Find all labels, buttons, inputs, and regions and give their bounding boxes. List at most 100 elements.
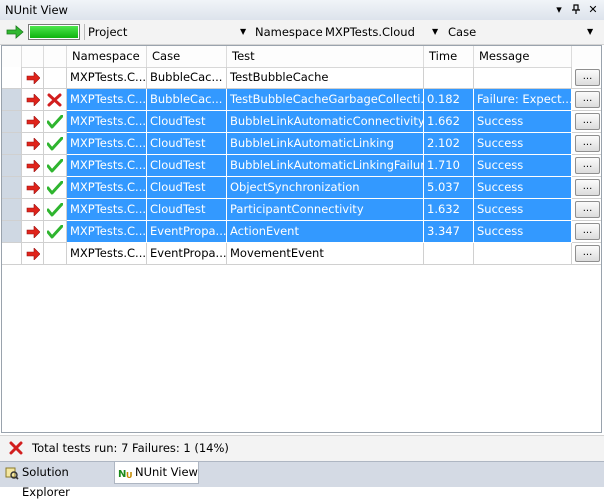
cell-case: EventPropa... [147, 243, 227, 265]
status-cell [44, 67, 67, 89]
run-test-cell[interactable] [22, 155, 44, 177]
column-header-message[interactable]: Message [474, 46, 572, 67]
cell-time: 1.662 [424, 111, 474, 133]
cell-test: MovementEvent [227, 243, 424, 265]
table-row[interactable]: MXPTests.C... EventPropa... MovementEvent.… [2, 243, 601, 265]
details-cell: ... [572, 89, 601, 111]
details-cell: ... [572, 177, 601, 199]
pin-icon[interactable] [569, 3, 583, 17]
status-cell [44, 155, 67, 177]
table-row[interactable]: MXPTests.C... BubbleCac... TestBubbleCache… [2, 89, 601, 111]
run-test-cell[interactable] [22, 199, 44, 221]
status-cell [44, 111, 67, 133]
chevron-down-icon: ▼ [432, 27, 439, 36]
row-header[interactable] [2, 89, 22, 111]
column-header-case[interactable]: Case [147, 46, 227, 67]
table-row[interactable]: MXPTests.C... CloudTest BubbleLinkAutomati… [2, 155, 601, 177]
run-test-cell[interactable] [22, 67, 44, 89]
column-header-time[interactable]: Time [424, 46, 474, 67]
column-header-test[interactable]: Test [227, 46, 424, 67]
table-row[interactable]: MXPTests.C... BubbleCac... TestBubbleCache… [2, 67, 601, 89]
tab-solution-explorer[interactable]: Solution Explorer [2, 462, 112, 499]
details-button[interactable]: ... [575, 179, 600, 196]
cell-namespace: MXPTests.C... [67, 221, 147, 243]
run-test-cell[interactable] [22, 221, 44, 243]
failure-icon [9, 441, 23, 458]
cell-time: 2.102 [424, 133, 474, 155]
status-cell [44, 199, 67, 221]
details-cell: ... [572, 243, 601, 265]
row-header[interactable] [2, 155, 22, 177]
row-header[interactable] [2, 67, 22, 89]
project-dropdown[interactable]: Project ▼ [88, 23, 248, 41]
details-button[interactable]: ... [575, 245, 600, 262]
cell-case: BubbleCac... [147, 67, 227, 89]
cell-case: CloudTest [147, 133, 227, 155]
cell-message: Success [474, 221, 572, 243]
row-header[interactable] [2, 199, 22, 221]
details-column-header [572, 46, 601, 67]
details-button[interactable]: ... [575, 223, 600, 240]
status-cell [44, 243, 67, 265]
table-row[interactable]: MXPTests.C... EventPropa... ActionEvent 3.3… [2, 221, 601, 243]
details-button[interactable]: ... [575, 157, 600, 174]
details-button[interactable]: ... [575, 91, 600, 108]
case-dropdown[interactable]: Case ▼ [448, 23, 598, 41]
project-label: Project [88, 25, 128, 39]
details-cell: ... [572, 133, 601, 155]
run-tests-icon[interactable] [6, 25, 24, 42]
cell-time: 1.632 [424, 199, 474, 221]
run-test-cell[interactable] [22, 243, 44, 265]
cell-case: BubbleCac... [147, 89, 227, 111]
details-button[interactable]: ... [575, 69, 600, 86]
row-header[interactable] [2, 177, 22, 199]
table-row[interactable]: MXPTests.C... CloudTest ObjectSynchronizat… [2, 177, 601, 199]
namespace-label: Namespace [255, 25, 323, 39]
cell-time: 3.347 [424, 221, 474, 243]
cell-time [424, 67, 474, 89]
status-cell [44, 89, 67, 111]
row-header[interactable] [2, 133, 22, 155]
details-cell: ... [572, 111, 601, 133]
status-cell [44, 133, 67, 155]
status-text: Total tests run: 7 Failures: 1 (14%) [32, 441, 229, 455]
cell-time: 0.182 [424, 89, 474, 111]
cell-message: Success [474, 177, 572, 199]
status-cell [44, 177, 67, 199]
window-position-dropdown-icon[interactable]: ▾ [552, 3, 566, 17]
column-header-namespace[interactable]: Namespace [67, 46, 147, 67]
details-button[interactable]: ... [575, 201, 600, 218]
run-test-cell[interactable] [22, 111, 44, 133]
tab-nunit-view[interactable]: NU NUnit View [114, 462, 199, 484]
run-test-cell[interactable] [22, 133, 44, 155]
row-header[interactable] [2, 221, 22, 243]
window-title: NUnit View [5, 3, 68, 17]
run-test-cell[interactable] [22, 177, 44, 199]
status-column-header [44, 46, 67, 67]
cell-test: BubbleLinkAutomaticLinkingFailure [227, 155, 424, 177]
status-bar: Total tests run: 7 Failures: 1 (14%) [0, 435, 604, 462]
tab-label: NUnit View [135, 465, 198, 479]
details-button[interactable]: ... [575, 113, 600, 130]
row-header[interactable] [2, 111, 22, 133]
table-row[interactable]: MXPTests.C... CloudTest BubbleLinkAutomati… [2, 111, 601, 133]
nunit-icon: NU [118, 466, 134, 486]
namespace-value: MXPTests.Cloud [325, 25, 415, 39]
run-test-cell[interactable] [22, 89, 44, 111]
cell-message: Success [474, 111, 572, 133]
row-header[interactable] [2, 243, 22, 265]
test-results-grid: Namespace Case Test Time Message MXPTest… [1, 45, 602, 433]
cell-test: TestBubbleCacheGarbageCollecti... [227, 89, 424, 111]
close-icon[interactable]: ✕ [586, 3, 600, 17]
cell-namespace: MXPTests.C... [67, 111, 147, 133]
toolbar: Project ▼ Namespace MXPTests.Cloud ▼ Cas… [0, 20, 604, 45]
namespace-dropdown[interactable]: MXPTests.Cloud ▼ [325, 23, 443, 41]
cell-namespace: MXPTests.C... [67, 155, 147, 177]
cell-case: EventPropa... [147, 221, 227, 243]
details-cell: ... [572, 221, 601, 243]
table-row[interactable]: MXPTests.C... CloudTest ParticipantConnect… [2, 199, 601, 221]
progress-fill [30, 26, 78, 38]
cell-namespace: MXPTests.C... [67, 177, 147, 199]
table-row[interactable]: MXPTests.C... CloudTest BubbleLinkAutomati… [2, 133, 601, 155]
details-button[interactable]: ... [575, 135, 600, 152]
